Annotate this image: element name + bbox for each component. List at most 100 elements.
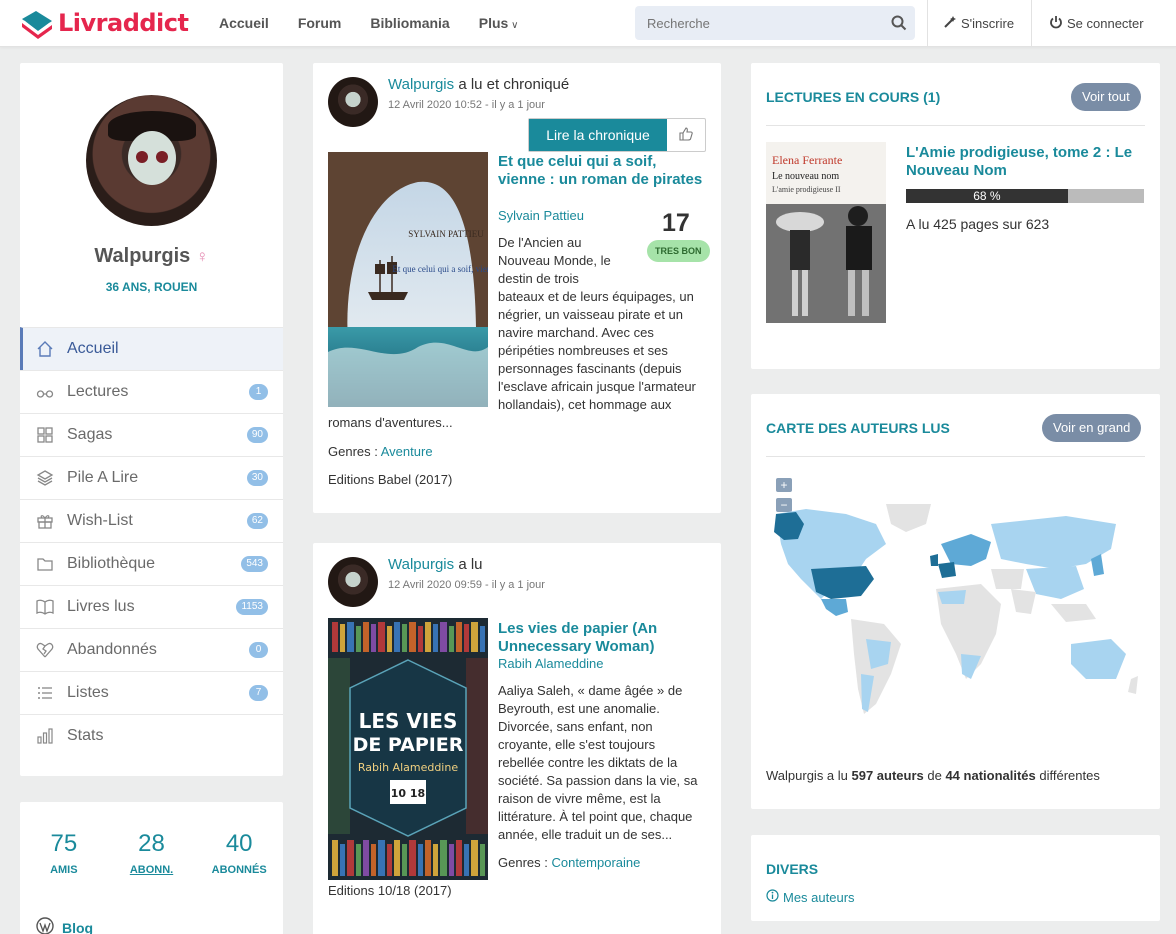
login-button[interactable]: Se connecter	[1049, 15, 1144, 32]
menu-item-bibliotheque[interactable]: Bibliothèque 543	[20, 542, 283, 585]
menu-item-accueil[interactable]: Accueil	[20, 327, 283, 370]
divider	[766, 456, 1145, 457]
current-reading-panel: LECTURES EN COURS (1) Voir tout Elena Fe…	[751, 63, 1160, 369]
section-title: LECTURES EN COURS (1)	[766, 89, 941, 105]
nav-plus-dropdown[interactable]: Plus	[479, 15, 519, 31]
user-link[interactable]: Walpurgis	[388, 76, 454, 93]
menu-item-lectures[interactable]: Lectures 1	[20, 370, 283, 413]
world-map[interactable]	[766, 504, 1146, 724]
cover-subtitle-text: L'amie prodigieuse II	[772, 185, 841, 194]
see-all-button[interactable]: Voir tout	[1071, 83, 1141, 111]
broken-heart-icon	[36, 641, 54, 659]
logo[interactable]: Livraddict	[20, 5, 189, 41]
book-title[interactable]: L'Amie prodigieuse, tome 2 : Le Nouveau …	[906, 144, 1146, 180]
stat-number: 28	[138, 830, 165, 857]
stat-abonnements[interactable]: 28 ABONN.	[108, 830, 196, 876]
stat-amis[interactable]: 75 AMIS	[20, 830, 108, 876]
bar-chart-icon	[36, 727, 54, 745]
wordpress-icon	[36, 917, 54, 934]
nav-forum[interactable]: Forum	[298, 15, 342, 31]
map-region-australia	[1071, 639, 1126, 679]
menu-item-sagas[interactable]: Sagas 90	[20, 413, 283, 456]
female-icon: ♀	[195, 247, 209, 266]
post-date: 12 Avril 2020 10:52 - il y a 1 jour	[388, 99, 545, 111]
avatar[interactable]	[328, 557, 378, 607]
nationalities-count: 44 nationalités	[945, 768, 1036, 783]
summary-line: personnages fascinants (depuis	[498, 361, 682, 376]
divider	[1031, 0, 1032, 47]
menu-label: Wish-List	[67, 512, 133, 529]
genres-label: Genres :	[328, 444, 381, 459]
avatar[interactable]	[328, 77, 378, 127]
menu-item-pile-a-lire[interactable]: Pile A Lire 30	[20, 456, 283, 499]
summary-line: péripéties nombreuses et ses	[498, 343, 668, 358]
section-title: DIVERS	[766, 861, 819, 877]
home-icon	[36, 340, 54, 358]
menu-item-wish-list[interactable]: Wish-List 62	[20, 499, 283, 542]
summary-line: année, elle traduit un de ses...	[498, 827, 673, 842]
search-input[interactable]	[635, 6, 875, 40]
book-author[interactable]: Rabih Alameddine	[498, 656, 604, 671]
list-icon	[36, 684, 54, 702]
nav-accueil[interactable]: Accueil	[219, 15, 269, 31]
summary-text: de	[923, 768, 946, 783]
menu-item-stats[interactable]: Stats	[20, 714, 283, 757]
profile-avatar[interactable]	[86, 95, 217, 226]
map-region-usa	[811, 566, 874, 599]
like-button[interactable]	[667, 119, 705, 151]
menu-item-abandonnes[interactable]: Abandonnés 0	[20, 628, 283, 671]
summary-line: l'esclave africain jusque l'armateur	[498, 379, 696, 394]
signup-button[interactable]: S'inscrire	[943, 15, 1014, 32]
stat-abonnes[interactable]: 40 ABONNÉS	[195, 830, 283, 876]
read-review-button[interactable]: Lire la chronique	[529, 119, 667, 151]
book-title[interactable]: Les vies de papier (An Unnecessary Woman…	[498, 620, 708, 656]
nav-bibliomania[interactable]: Bibliomania	[370, 15, 449, 31]
menu-item-listes[interactable]: Listes 7	[20, 671, 283, 714]
menu-label: Abandonnés	[67, 641, 157, 658]
cover-title-text: Et que celui qui a soif, vienne	[392, 264, 488, 274]
count-badge: 1153	[236, 599, 268, 615]
count-badge: 30	[246, 470, 268, 486]
genres-row: Genres : Aventure	[328, 444, 433, 459]
user-link[interactable]: Walpurgis	[388, 556, 454, 573]
profile-menu: Accueil Lectures 1 Sagas 90 Pile A Lire …	[20, 327, 283, 757]
stat-number: 75	[50, 830, 78, 857]
login-label: Se connecter	[1067, 16, 1144, 31]
map-region-north-africa	[938, 590, 966, 604]
book-cover[interactable]: Elena Ferrante Le nouveau nom L'amie pro…	[766, 142, 886, 323]
summary-line: Nouveau Monde, le	[498, 253, 611, 268]
read-review-group: Lire la chronique	[528, 118, 706, 152]
map-region-greenland	[886, 504, 931, 532]
stat-label: ABONNÉS	[211, 864, 267, 876]
post-header: Walpurgis a lu	[388, 556, 483, 573]
summary-text: différentes	[1035, 768, 1100, 783]
summary-line: négrier, un vaisseau pirate et un	[498, 307, 684, 322]
blog-link[interactable]: Blog	[36, 917, 93, 934]
cover-series-logo: 10 18	[391, 787, 425, 800]
count-badge: 7	[249, 685, 268, 701]
menu-label: Accueil	[67, 340, 119, 357]
count-badge: 90	[246, 427, 268, 443]
zoom-in-button[interactable]: +	[776, 478, 792, 492]
book-title[interactable]: Et que celui qui a soif, vienne : un rom…	[498, 153, 708, 189]
rating-badge: TRES BON	[647, 240, 710, 262]
book-cover[interactable]: SYLVAIN PATTIEU Et que celui qui a soif,…	[328, 152, 500, 407]
divider	[927, 0, 928, 47]
divider	[766, 125, 1145, 126]
search-icon[interactable]	[891, 15, 907, 34]
thumbs-up-icon	[679, 126, 693, 144]
wand-icon	[943, 15, 957, 32]
cover-author-text: SYLVAIN PATTIEU	[408, 229, 484, 239]
count-badge: 1	[249, 384, 268, 400]
stat-label: ABONN.	[129, 864, 174, 876]
genre-link[interactable]: Aventure	[381, 444, 433, 459]
genres-row: Genres : Contemporaine	[498, 855, 640, 870]
my-authors-link[interactable]: Mes auteurs	[766, 889, 855, 905]
book-cover[interactable]: LES VIES DE PAPIER Rabih Alameddine 10 1…	[328, 618, 488, 880]
menu-item-livres-lus[interactable]: Livres lus 1153	[20, 585, 283, 628]
genre-link[interactable]: Contemporaine	[551, 855, 640, 870]
social-panel: 75 AMIS 28 ABONN. 40 ABONNÉS Blog	[20, 802, 283, 934]
count-badge: 62	[246, 513, 268, 529]
book-author[interactable]: Sylvain Pattieu	[498, 208, 584, 223]
enlarge-map-button[interactable]: Voir en grand	[1042, 414, 1142, 442]
